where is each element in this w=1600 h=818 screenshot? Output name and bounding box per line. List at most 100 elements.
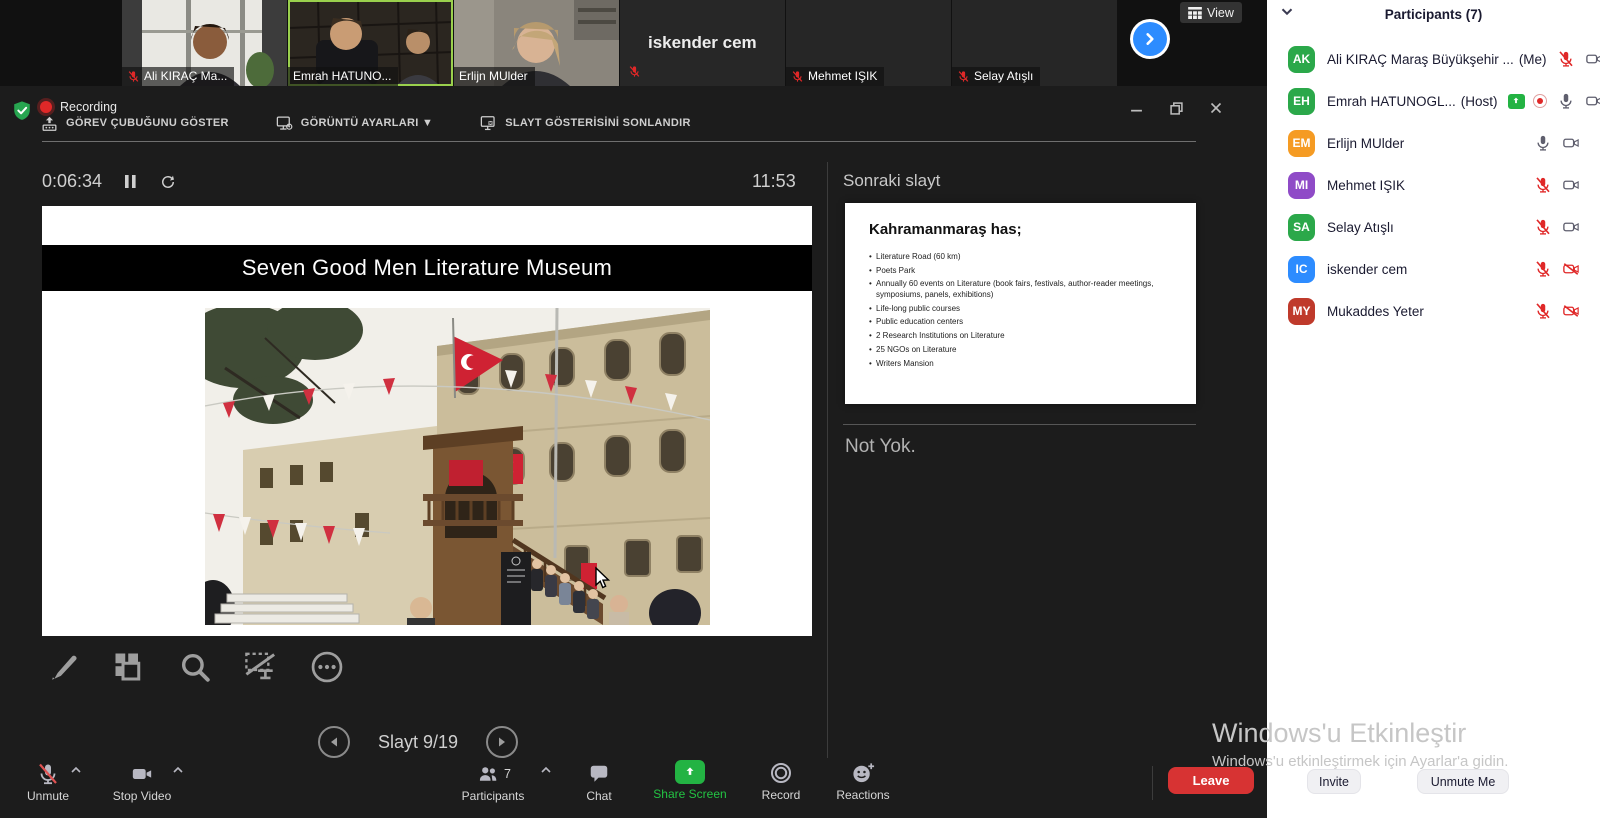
avatar: SA	[1288, 214, 1315, 241]
participant-name: Selay Atışlı	[1327, 220, 1394, 235]
participant-row-emrah[interactable]: EH Emrah HATUNOGL... (Host)	[1267, 80, 1600, 122]
participant-role: (Me)	[1519, 52, 1547, 67]
previous-triangle-icon	[328, 736, 340, 748]
mic-muted-icon	[1534, 218, 1552, 236]
avatar: EM	[1288, 130, 1315, 157]
mic-muted-icon	[1534, 176, 1552, 194]
unmute-me-label: Unmute Me	[1431, 775, 1496, 789]
end-slideshow-label: SLAYT GÖSTERİSİNİ SONLANDIR	[505, 117, 691, 129]
participants-button[interactable]: 7 Participants	[448, 762, 538, 803]
chevron-right-icon	[1143, 32, 1157, 46]
meeting-controls-bar: Unmute Stop Video	[0, 758, 1267, 818]
leave-label: Leave	[1193, 773, 1230, 788]
video-tile-iskender[interactable]: iskender cem	[620, 0, 785, 86]
previous-slide-button[interactable]	[318, 726, 350, 758]
reactions-button[interactable]: Reactions	[826, 761, 900, 802]
restore-button[interactable]	[1168, 100, 1184, 116]
video-tile-emrah[interactable]: Emrah HATUNO...	[288, 0, 453, 86]
more-tools-button[interactable]	[308, 648, 346, 686]
pause-timer-icon[interactable]	[124, 174, 137, 189]
video-strip: Ali KIRAÇ Ma... Emrah HATUNO.	[0, 0, 1267, 86]
record-label: Record	[762, 788, 801, 802]
pen-tool-button[interactable]	[44, 648, 82, 686]
video-tile-mehmet[interactable]: Mehmet IŞIK	[786, 0, 951, 86]
participant-row-iskender[interactable]: IC iskender cem	[1267, 248, 1600, 290]
audio-options-chevron-icon[interactable]	[70, 766, 82, 774]
participants-options-chevron-icon[interactable]	[540, 766, 552, 774]
mic-muted-icon	[628, 65, 641, 78]
camera-off-icon	[1562, 302, 1580, 320]
next-slide-header: Sonraki slayt	[843, 171, 940, 191]
video-tile-ali[interactable]: Ali KIRAÇ Ma...	[122, 0, 287, 86]
next-slide-thumbnail: Kahramanmaraş has; Literature Road (60 k…	[845, 203, 1196, 404]
view-button[interactable]: View	[1180, 2, 1242, 23]
timer-value: 0:06:34	[42, 171, 102, 192]
participant-video-name: Mehmet IŞIK	[808, 69, 877, 83]
next-videos-button[interactable]	[1133, 22, 1167, 56]
presentation-timer-row: 0:06:34	[42, 171, 177, 192]
mouse-cursor	[590, 566, 612, 590]
chat-bubble-icon	[587, 763, 611, 785]
zoom-tool-button[interactable]	[176, 648, 214, 686]
notes-divider	[843, 424, 1196, 425]
close-button[interactable]	[1208, 100, 1224, 116]
unmute-me-button[interactable]: Unmute Me	[1417, 769, 1509, 794]
share-screen-button[interactable]: Share Screen	[640, 760, 740, 801]
video-tile-name-badge: Emrah HATUNO...	[288, 67, 398, 86]
reactions-label: Reactions	[836, 788, 889, 802]
avatar: MY	[1288, 298, 1315, 325]
participants-label: Participants	[462, 789, 525, 803]
bullet-item: Poets Park	[869, 266, 1176, 277]
window-controls	[1128, 100, 1224, 116]
participant-video-name: Emrah HATUNO...	[293, 69, 391, 83]
laser-pointer-button[interactable]	[242, 648, 280, 686]
restore-icon	[1170, 102, 1183, 115]
mic-muted-icon	[791, 70, 804, 83]
share-toolbar: GÖREV ÇUBUĞUNU GÖSTER GÖRÜNTÜ AYARLARI ▼…	[40, 110, 691, 136]
zoom-meeting-window: Ali KIRAÇ Ma... Emrah HATUNO.	[0, 0, 1600, 818]
video-options-chevron-icon[interactable]	[172, 766, 184, 774]
record-button[interactable]: Record	[748, 761, 814, 802]
participant-name: iskender cem	[1327, 262, 1407, 277]
pointer-display-icon	[242, 649, 280, 685]
minimize-button[interactable]	[1128, 100, 1144, 116]
all-slides-button[interactable]	[110, 648, 148, 686]
annotation-toolbar	[44, 648, 346, 686]
leave-button[interactable]: Leave	[1168, 767, 1254, 794]
share-screen-label: Share Screen	[653, 787, 726, 801]
unmute-label: Unmute	[27, 789, 69, 803]
view-button-label: View	[1207, 6, 1234, 20]
participant-video-name: Selay Atışlı	[974, 69, 1033, 83]
video-tile-selay[interactable]: Selay Atışlı	[952, 0, 1117, 86]
participants-panel-title: Participants (7)	[1267, 7, 1600, 22]
video-tile-name-badge: Mehmet IŞIK	[786, 67, 884, 86]
grid-view-icon	[1188, 7, 1202, 19]
end-slideshow-button[interactable]: SLAYT GÖSTERİSİNİ SONLANDIR	[479, 114, 691, 133]
video-tile-erlijn[interactable]: Erlijn MUlder	[454, 0, 619, 86]
chat-button[interactable]: Chat	[568, 762, 630, 803]
bullet-item: Annually 60 events on Literature (book f…	[869, 279, 1176, 300]
participant-name: Mehmet IŞIK	[1327, 178, 1405, 193]
next-triangle-icon	[496, 736, 508, 748]
participant-row-selay[interactable]: SA Selay Atışlı	[1267, 206, 1600, 248]
camera-on-icon	[1562, 218, 1580, 236]
chat-label: Chat	[586, 789, 611, 803]
participant-role: (Host)	[1461, 94, 1498, 109]
show-taskbar-button[interactable]: GÖREV ÇUBUĞUNU GÖSTER	[40, 114, 229, 133]
video-settings-button[interactable]: GÖRÜNTÜ AYARLARI ▼	[275, 114, 433, 133]
participant-row-erlijn[interactable]: EM Erlijn MUlder	[1267, 122, 1600, 164]
invite-button[interactable]: Invite	[1307, 769, 1361, 794]
participant-row-ali[interactable]: AK Ali KIRAÇ Maraş Büyükşehir ... (Me)	[1267, 38, 1600, 80]
mic-muted-icon	[36, 762, 60, 786]
participant-row-mukaddes[interactable]: MY Mukaddes Yeter	[1267, 290, 1600, 332]
mic-muted-icon	[1534, 260, 1552, 278]
next-slide-button[interactable]	[486, 726, 518, 758]
video-tile-name-badge: Erlijn MUlder	[454, 67, 535, 86]
taskbar-icon	[40, 114, 59, 133]
next-slide-title: Kahramanmaraş has;	[869, 221, 1176, 238]
participant-row-mehmet[interactable]: MI Mehmet IŞIK	[1267, 164, 1600, 206]
bullet-item: Public education centers	[869, 317, 1176, 328]
current-slide: Seven Good Men Literature Museum	[42, 206, 812, 636]
participant-video-name: Ali KIRAÇ Ma...	[144, 69, 227, 83]
restart-timer-icon[interactable]	[159, 173, 177, 191]
